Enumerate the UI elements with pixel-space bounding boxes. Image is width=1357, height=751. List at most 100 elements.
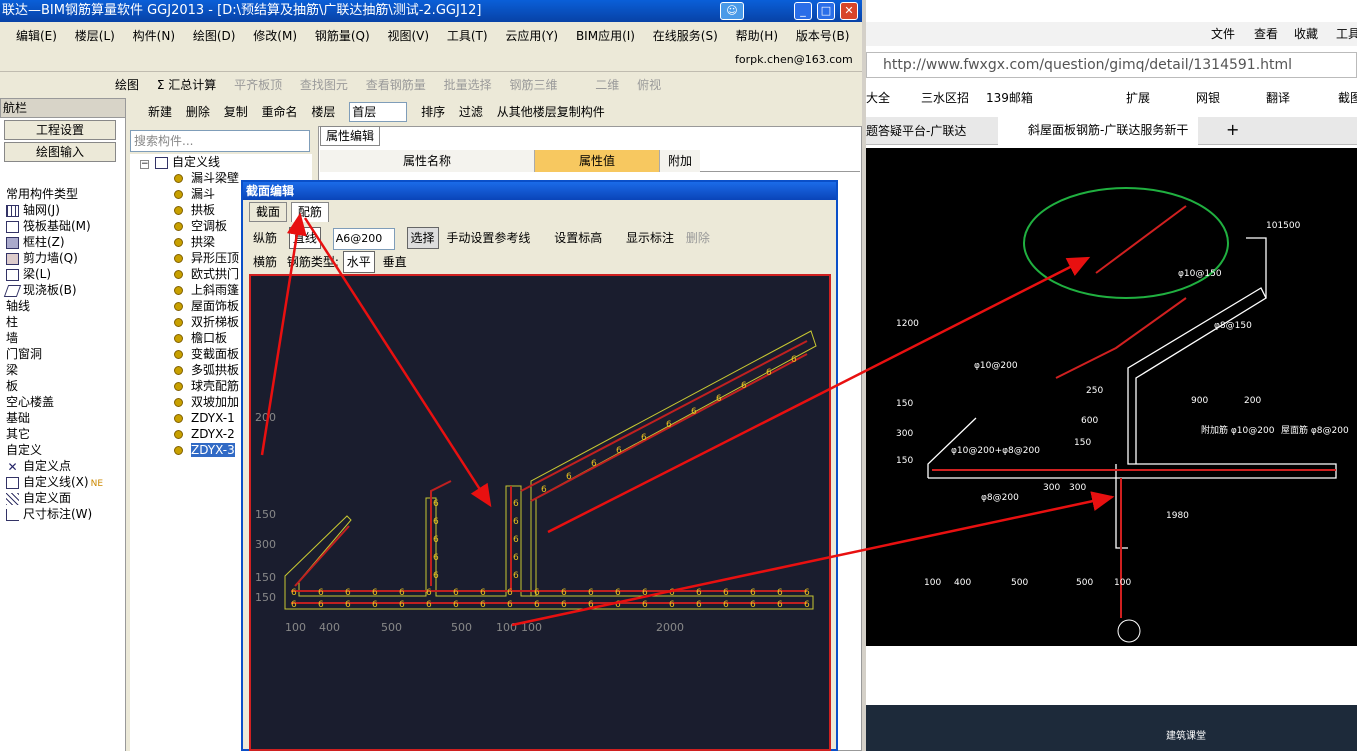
menu-item[interactable]: 版本号(B) xyxy=(796,24,850,48)
flat-button[interactable]: 平齐板顶 xyxy=(234,72,282,98)
spec-select[interactable]: A6@200 xyxy=(332,228,395,250)
nav-item-dimension[interactable]: 尺寸标注(W) xyxy=(0,506,125,522)
translate-button[interactable]: 翻译 xyxy=(1266,86,1290,110)
draw-button[interactable]: 绘图 xyxy=(115,72,139,98)
bank-button[interactable]: 网银 xyxy=(1196,86,1220,110)
nav-item-column[interactable]: 框柱(Z) xyxy=(0,234,125,250)
menu-file[interactable]: 文件 xyxy=(1211,22,1235,46)
nav-item-custom-line[interactable]: 自定义线(X) NE xyxy=(0,474,125,490)
batch-select-button[interactable]: 批量选择 xyxy=(444,72,492,98)
copy-button[interactable]: 复制 xyxy=(224,100,248,124)
highlight-ellipse xyxy=(1023,187,1229,299)
menu-item[interactable]: 编辑(E) xyxy=(16,24,57,48)
view-rebar-button[interactable]: 查看钢筋量 xyxy=(366,72,426,98)
vertical-button[interactable]: 垂直 xyxy=(383,255,407,269)
search-input[interactable]: 搜索构件... xyxy=(130,130,310,152)
menu-tools[interactable]: 工具 xyxy=(1336,22,1357,46)
nav-item[interactable]: 梁 xyxy=(0,362,125,378)
screenshot-button[interactable]: 截图 xyxy=(1338,86,1357,110)
menu-item[interactable]: BIM应用(I) xyxy=(576,24,635,48)
new-button[interactable]: 新建 xyxy=(148,100,172,124)
nav-item[interactable]: 门窗洞 xyxy=(0,346,125,362)
close-icon[interactable]: ✕ xyxy=(840,2,858,20)
floor-select[interactable]: 首层 xyxy=(349,102,408,122)
nav-item[interactable]: 基础 xyxy=(0,410,125,426)
nav-item-axis[interactable]: 轴网(J) xyxy=(0,202,125,218)
cad-canvas-left[interactable]: 6 6 6 6 6 6 6 6 6 6 6 6 6 6 6 6 6 6 6 6 6 6 6 6 6 6 6 6 6 6 6 6 6 6 6 6 6 6 6 6… xyxy=(249,274,831,751)
transverse-label: 横筋 xyxy=(253,255,278,269)
extensions-button[interactable]: 扩展 xyxy=(1126,86,1150,110)
nav-item[interactable]: 常用构件类型 xyxy=(0,186,125,202)
browser-tab[interactable]: 题答疑平台-广联达 xyxy=(866,122,990,139)
dim-label: 100 xyxy=(496,621,517,634)
delete-button-disabled[interactable]: 删除 xyxy=(686,231,710,245)
project-settings-button[interactable]: 工程设置 xyxy=(4,120,116,140)
dialog-title: 截面编辑 xyxy=(243,182,836,200)
dim-label: 500 xyxy=(381,621,402,634)
nav-item[interactable]: 轴线 xyxy=(0,298,125,314)
nav-item[interactable]: 墙 xyxy=(0,330,125,346)
horizontal-button[interactable]: 水平 xyxy=(342,251,375,273)
view-2d-select[interactable]: 二维 xyxy=(595,72,619,98)
bookmark[interactable]: 139邮箱 xyxy=(986,86,1033,110)
set-elevation-button[interactable]: 设置标高 xyxy=(554,231,602,245)
menu-item[interactable]: 钢筋量(Q) xyxy=(315,24,370,48)
menu-item[interactable]: 构件(N) xyxy=(133,24,175,48)
nav-item-custom-point[interactable]: ✕ 自定义点 xyxy=(0,458,125,474)
show-label-button[interactable]: 显示标注 xyxy=(626,231,674,245)
gear-icon xyxy=(174,174,183,183)
filter-button[interactable]: 过滤 xyxy=(459,100,483,124)
menu-item[interactable]: 帮助(H) xyxy=(736,24,778,48)
nav-item-custom-face[interactable]: 自定义面 xyxy=(0,490,125,506)
nav-item-slab[interactable]: 现浇板(B) xyxy=(0,282,125,298)
menu-item[interactable]: 工具(T) xyxy=(447,24,488,48)
menu-item[interactable]: 楼层(L) xyxy=(75,24,115,48)
manual-refline-button[interactable]: 手动设置参考线 xyxy=(446,231,530,245)
tab-rebar[interactable]: 配筋 xyxy=(290,202,329,222)
nav-item-beam[interactable]: 梁(L) xyxy=(0,266,125,282)
dim-label: 900 xyxy=(1191,396,1208,406)
find-element-button[interactable]: 查找图元 xyxy=(300,72,348,98)
tab-section[interactable]: 截面 xyxy=(249,202,288,222)
bookmark[interactable]: 大全 xyxy=(866,86,890,110)
new-tab-icon[interactable]: + xyxy=(1226,120,1239,139)
nav-item-raft[interactable]: 筏板基础(M) xyxy=(0,218,125,234)
nav-item-shear-wall[interactable]: 剪力墙(Q) xyxy=(0,250,125,266)
menu-item[interactable]: 云应用(Y) xyxy=(505,24,558,48)
account-label[interactable]: forpk.chen@163.com xyxy=(735,53,853,66)
address-bar[interactable]: http://www.fwxgx.com/question/gimq/detai… xyxy=(866,52,1357,78)
grid-icon xyxy=(6,204,19,217)
maximize-icon[interactable]: □ xyxy=(817,2,835,20)
topview-select[interactable]: 俯视 xyxy=(637,72,661,98)
minimize-icon[interactable]: _ xyxy=(794,2,812,20)
nav-item[interactable]: 自定义 xyxy=(0,442,125,458)
menu-item[interactable]: 绘图(D) xyxy=(193,24,236,48)
nav-item[interactable]: 空心楼盖 xyxy=(0,394,125,410)
gear-icon xyxy=(174,414,183,423)
line-button[interactable]: 直线 xyxy=(288,227,321,249)
copy-from-floor-button[interactable]: 从其他楼层复制构件 xyxy=(497,100,605,124)
menu-item[interactable]: 修改(M) xyxy=(253,24,297,48)
menu-item[interactable]: 视图(V) xyxy=(387,24,429,48)
menu-item[interactable]: 在线服务(S) xyxy=(653,24,718,48)
nav-item[interactable]: 板 xyxy=(0,378,125,394)
tab-property-edit[interactable]: 属性编辑 xyxy=(320,126,380,146)
rebar-3d-button[interactable]: 钢筋三维 xyxy=(509,72,557,98)
rename-button[interactable]: 重命名 xyxy=(262,100,298,124)
gear-icon xyxy=(174,382,183,391)
tree-root[interactable]: − 自定义线 xyxy=(130,154,312,170)
browser-tab-active[interactable]: 斜屋面板钢筋-广联达服务新干 xyxy=(998,117,1198,145)
nav-item[interactable]: 其它 xyxy=(0,426,125,442)
menu-view[interactable]: 查看 xyxy=(1254,22,1278,46)
raft-icon xyxy=(6,220,19,233)
select-button[interactable]: 选择 xyxy=(406,227,439,249)
menu-fav[interactable]: 收藏 xyxy=(1294,22,1318,46)
nav-item[interactable]: 柱 xyxy=(0,314,125,330)
sort-button[interactable]: 排序 xyxy=(421,100,445,124)
sum-button[interactable]: Σ 汇总计算 xyxy=(157,72,216,98)
delete-button[interactable]: 删除 xyxy=(186,100,210,124)
collapse-icon[interactable]: − xyxy=(140,160,149,169)
bookmark[interactable]: 三水区招 xyxy=(921,86,969,110)
draw-input-button[interactable]: 绘图输入 xyxy=(4,142,116,162)
url-text: http://www.fwxgx.com/question/gimq/detai… xyxy=(883,57,1293,73)
